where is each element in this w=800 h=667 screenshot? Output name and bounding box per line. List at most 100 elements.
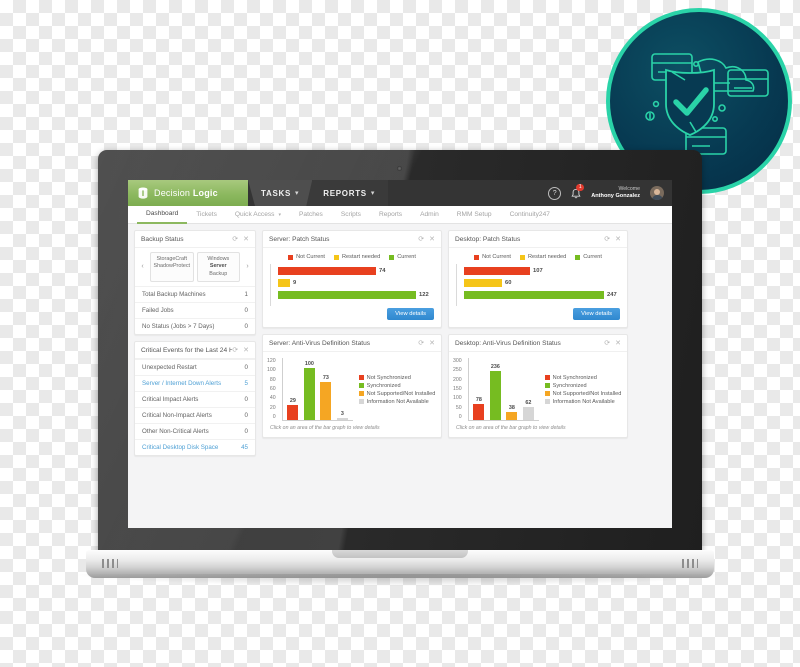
nav-item-continuity247[interactable]: Continuity247 [501,206,559,223]
bar-group[interactable]: 73 [320,358,332,420]
nav-item-rmm-setup[interactable]: RMM Setup [448,206,501,223]
carousel-next-icon[interactable]: › [243,252,252,282]
row-value: 0 [244,306,248,314]
bar-not-supported[interactable] [506,412,518,420]
table-row[interactable]: Unexpected Restart 0 [135,358,255,375]
view-details-button[interactable]: View details [573,308,620,320]
row-label[interactable]: Critical Desktop Disk Space [142,444,218,451]
bar-info-not-available[interactable] [522,407,534,420]
refresh-icon[interactable]: ⟳ [418,236,424,243]
webcam-icon [397,166,402,171]
chart-legend: Not Current Restart needed Current [449,248,627,264]
close-icon[interactable]: ✕ [429,236,435,243]
close-icon[interactable]: ✕ [429,340,435,347]
refresh-icon[interactable]: ⟳ [604,236,610,243]
legend-swatch [358,399,364,404]
table-row[interactable]: Server / Internet Down Alerts 5 [135,374,255,391]
bar-row[interactable]: 74 [278,266,433,275]
notifications-bell[interactable]: 1 [570,184,585,199]
nav-item-patches[interactable]: Patches [290,206,332,223]
bar-not-current[interactable] [464,266,530,275]
bar-row[interactable]: 247 [464,290,619,299]
nav-item-admin[interactable]: Admin [411,206,448,223]
nav-item-scripts[interactable]: Scripts [332,206,370,223]
chevron-down-icon: ▾ [295,190,300,197]
bar-synchronized[interactable] [303,368,315,420]
nav-item-tickets[interactable]: Tickets [187,206,226,223]
bar-group[interactable]: 236 [489,358,501,420]
bar-group[interactable]: 29 [287,358,299,420]
bar-restart-needed[interactable] [278,278,290,287]
table-row[interactable]: Other Non-Critical Alerts 0 [135,422,255,439]
legend-label: Synchronized [366,382,401,389]
bar-not-synchronized[interactable] [473,404,485,420]
nav-item-reports[interactable]: Reports [370,206,411,223]
legend-label: Information Not Available [366,398,429,405]
y-tick: 100 [267,367,276,374]
nav-label: Patches [299,211,323,218]
close-icon[interactable]: ✕ [615,340,621,347]
card-tools: ⟳ ✕ [232,347,249,354]
bar-group[interactable]: 62 [522,358,534,420]
legend-entry: Not Synchronized [358,375,436,381]
row-label[interactable]: Server / Internet Down Alerts [142,380,221,387]
bar-row[interactable]: 122 [278,290,433,299]
table-row[interactable]: Critical Non-Impact Alerts 0 [135,406,255,423]
y-tick: 0 [458,413,462,420]
legend-label: Restart needed [342,254,381,260]
bar-row[interactable]: 9 [278,278,433,287]
help-icon[interactable]: ? [548,186,562,200]
bar-info-not-available[interactable] [336,418,348,420]
carousel-tab-storagecraft[interactable]: StorageCraft ShadowProtect [150,252,194,282]
legend-swatch [389,254,395,260]
close-icon[interactable]: ✕ [615,236,621,243]
nav-item-dashboard[interactable]: Dashboard [137,205,188,224]
chart-plot-area: 74 9 122 [270,264,441,306]
refresh-icon[interactable]: ⟳ [232,236,238,243]
bar-current[interactable] [278,290,416,299]
table-row[interactable]: Total Backup Machines 1 [135,285,255,302]
refresh-icon[interactable]: ⟳ [418,340,424,347]
bar-restart-needed[interactable] [464,278,502,287]
legend-label: Synchronized [552,382,587,389]
close-icon[interactable]: ✕ [243,347,249,354]
bar-group[interactable]: 100 [303,358,315,420]
carousel-prev-icon[interactable]: ‹ [138,252,147,282]
nav-label: Dashboard [146,210,179,217]
menu-tasks[interactable]: TASKS ▾ [248,180,313,206]
bar-not-current[interactable] [278,266,376,275]
bar-row[interactable]: 107 [464,266,619,275]
bar-current[interactable] [464,290,604,299]
table-row[interactable]: No Status (Jobs > 7 Days) 0 [135,317,255,334]
close-icon[interactable]: ✕ [243,236,249,243]
bar-group[interactable]: 3 [336,358,348,420]
y-tick: 150 [453,385,462,392]
bar-row[interactable]: 60 [464,278,619,287]
topbar-right-group: ? 1 Welcome Anthony Gonzalez [548,180,672,206]
nav-label: Reports [378,211,403,218]
bar-not-supported[interactable] [320,382,332,420]
table-row[interactable]: Critical Desktop Disk Space 45 [135,438,255,455]
bar-not-synchronized[interactable] [287,405,299,420]
chart-legend: Not Current Restart needed Current [263,248,441,264]
bar-synchronized[interactable] [489,371,501,420]
view-details-button[interactable]: View details [387,308,434,320]
card-title: Desktop: Anti-Virus Definition Status [455,340,561,347]
chevron-down-icon: ▾ [278,211,281,218]
nav-item-quick-access[interactable]: Quick Access ▾ [226,206,290,223]
bar-group[interactable]: 38 [506,358,518,420]
legend-swatch [544,391,550,396]
avatar[interactable] [650,186,664,200]
chart-plot-area: 300 250 200 150 100 50 0 78 236 38 62 No… [449,352,627,423]
legend-label: Not Current [296,254,325,260]
legend-label: Current [583,254,602,260]
refresh-icon[interactable]: ⟳ [232,347,238,354]
brand-logo[interactable]: Decision Logic [128,180,248,206]
carousel-tab-windows-server-backup[interactable]: Windows Server Backup [196,252,240,282]
refresh-icon[interactable]: ⟳ [604,340,610,347]
legend-entry: Not Current [474,254,511,260]
menu-reports[interactable]: REPORTS ▾ [306,180,389,206]
table-row[interactable]: Failed Jobs 0 [135,301,255,318]
table-row[interactable]: Critical Impact Alerts 0 [135,390,255,407]
bar-group[interactable]: 78 [473,358,485,420]
